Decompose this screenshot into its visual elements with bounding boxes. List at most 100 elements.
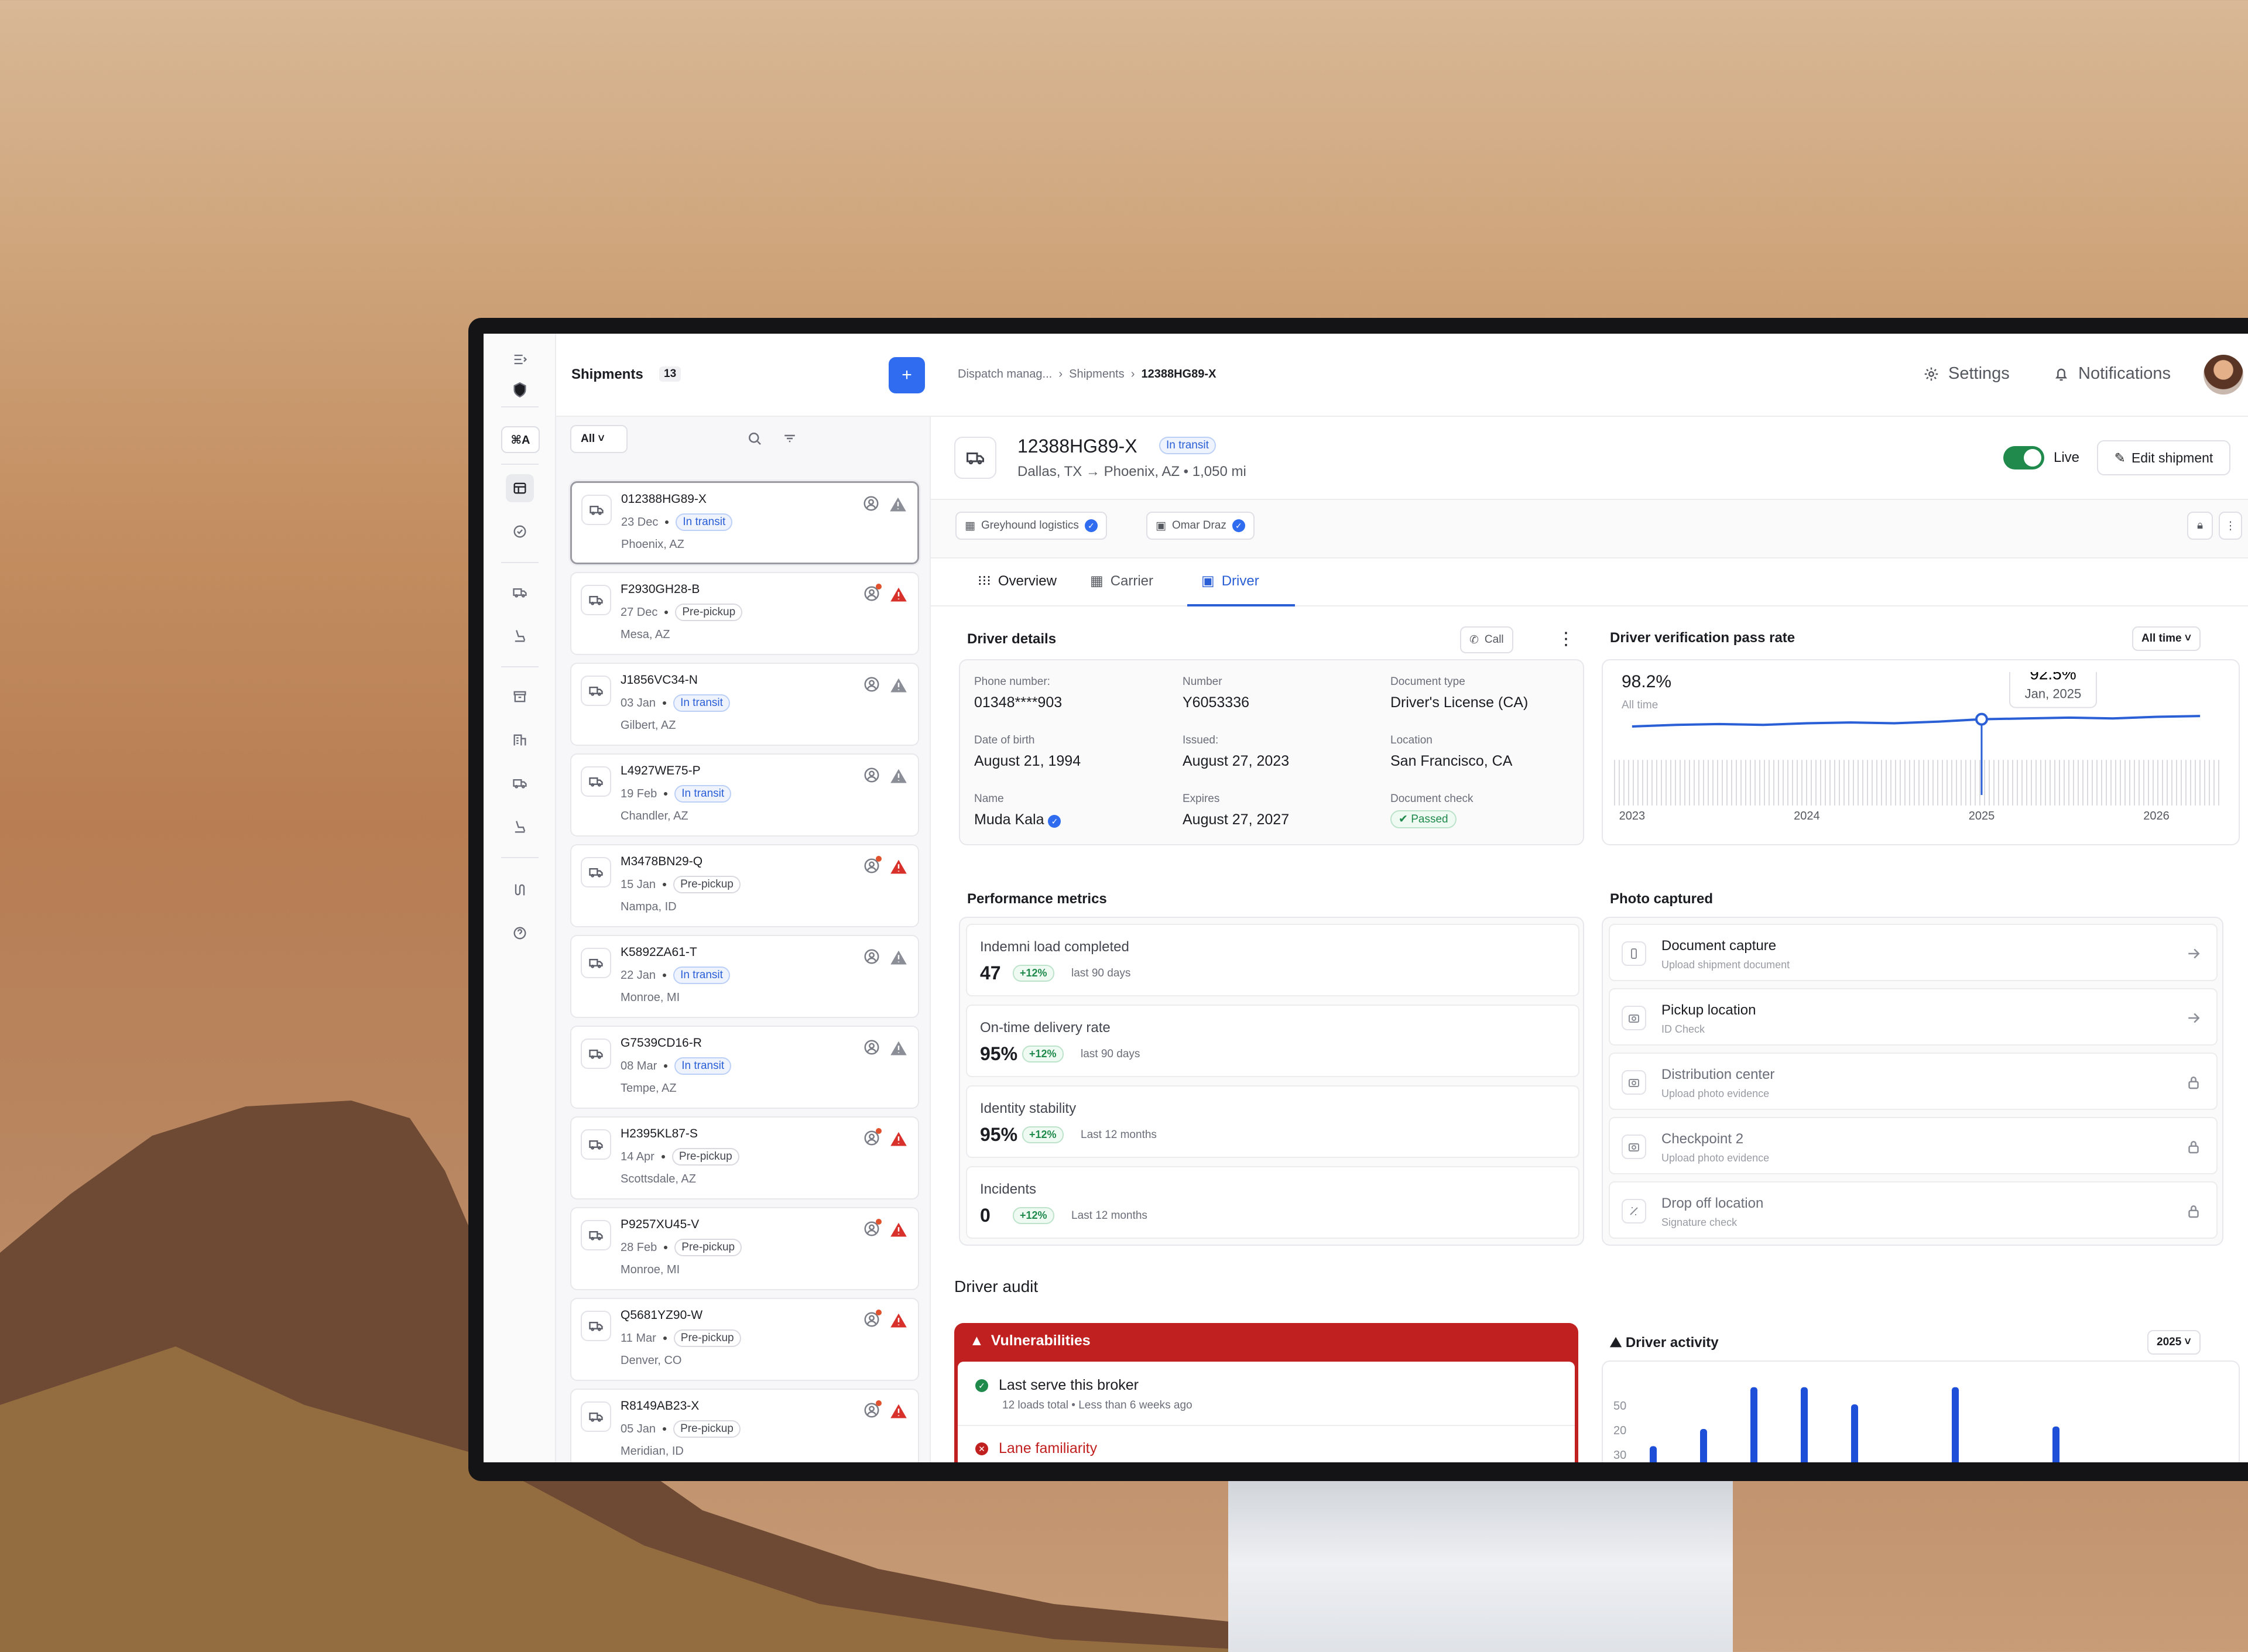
dashboard-icon[interactable] xyxy=(506,474,534,502)
tooltip-value: 92.5% xyxy=(2030,672,2076,683)
user-avatar[interactable] xyxy=(2204,355,2243,395)
verified-icon: ✓ xyxy=(1084,519,1098,532)
shipment-city: Nampa, ID xyxy=(621,900,677,913)
shipment-card[interactable]: H2395KL87-S 14 Apr Pre-pickup Scottsdale, A… xyxy=(570,1116,919,1199)
shipment-card[interactable]: P9257XU45-V 28 Feb Pre-pickup Monroe, MI xyxy=(570,1207,919,1290)
tab-driver[interactable]: ▣ Driver xyxy=(1201,573,1259,589)
live-label: Live xyxy=(2054,450,2080,465)
lock-icon: 🔒︎ xyxy=(2196,519,2204,532)
driver-user-icon[interactable] xyxy=(863,676,880,693)
shipment-card[interactable]: 012388HG89-X 23 Dec In transit Phoenix, AZ xyxy=(570,481,919,564)
truck-icon xyxy=(581,676,611,706)
metric-item: Incidents 0 +12% Last 12 months xyxy=(966,1166,1579,1239)
filter-icon[interactable] xyxy=(781,430,799,447)
camera-icon xyxy=(1622,1070,1646,1095)
active-tab-indicator xyxy=(1187,604,1295,606)
driver-user-icon[interactable] xyxy=(863,1219,882,1238)
photo-step[interactable]: Pickup location ID Check xyxy=(1609,988,2218,1046)
shipment-card[interactable]: L4927WE75-P 19 Feb In transit Chandler, AZ xyxy=(570,753,919,837)
verified-icon: ✓ xyxy=(1048,815,1061,828)
driver-user-icon[interactable] xyxy=(863,584,882,602)
settings-button[interactable]: Settings xyxy=(1923,364,2010,383)
shipment-id: 012388HG89-X xyxy=(621,492,707,506)
driver-user-icon[interactable] xyxy=(863,1310,882,1328)
verified-badge-icon[interactable] xyxy=(506,517,534,546)
tab-carrier[interactable]: ▦ Carrier xyxy=(1090,573,1153,589)
truck-icon[interactable] xyxy=(506,578,534,606)
more-options-button[interactable]: ⋮ xyxy=(2219,512,2242,540)
driver-seat-icon[interactable] xyxy=(506,813,534,841)
hover-point xyxy=(1975,712,1988,726)
driver-more-icon[interactable]: ⋮ xyxy=(1557,629,1575,649)
live-toggle[interactable] xyxy=(2003,446,2044,469)
monitor-stand xyxy=(1228,1475,1733,1652)
metrics-card: Indemni load completed 47 +12% last 90 days… xyxy=(959,917,1584,1246)
mountain-icon: ⛰︎ xyxy=(1610,1335,1622,1351)
delivery-truck-icon[interactable] xyxy=(506,769,534,797)
building-icon[interactable] xyxy=(506,726,534,754)
metric-item: Indemni load completed 47 +12% last 90 days xyxy=(966,924,1579,996)
shipment-id: J1856VC34-N xyxy=(621,673,698,687)
shipment-date: 14 Apr xyxy=(621,1150,654,1163)
shipment-card[interactable]: J1856VC34-N 03 Jan In transit Gilbert, AZ xyxy=(570,663,919,746)
search-icon[interactable] xyxy=(746,430,763,447)
collapse-menu-icon[interactable] xyxy=(506,345,534,373)
seat-icon[interactable] xyxy=(506,622,534,650)
status-badge: In transit xyxy=(676,513,733,531)
check-circle-icon: ✓ xyxy=(975,1379,988,1392)
metric-value: 47 xyxy=(980,962,1001,983)
driver-user-icon[interactable] xyxy=(863,856,882,875)
carrier-chip[interactable]: ▦ Greyhound logistics ✓ xyxy=(955,512,1107,540)
shipment-id: K5892ZA61-T xyxy=(621,945,697,959)
photo-step[interactable]: Document capture Upload shipment document xyxy=(1609,924,2218,981)
x-circle-icon: ✕ xyxy=(975,1442,988,1455)
shipment-route: Dallas, TX → Phoenix, AZ • 1,050 mi xyxy=(1017,464,1246,479)
shipment-city: Mesa, AZ xyxy=(621,628,670,641)
shipment-date: 15 Jan xyxy=(621,878,656,891)
truck-icon xyxy=(581,948,611,978)
shipment-city: Phoenix, AZ xyxy=(621,538,684,551)
notifications-button[interactable]: Notifications xyxy=(2052,364,2171,383)
driver-user-icon[interactable] xyxy=(863,1400,882,1419)
shipment-card[interactable]: K5892ZA61-T 22 Jan In transit Monroe, MI xyxy=(570,935,919,1018)
range-dropdown[interactable]: All time ˅ xyxy=(2132,626,2201,651)
edit-shipment-button[interactable]: ✎ Edit shipment xyxy=(2097,440,2230,475)
call-button[interactable]: ✆ Call xyxy=(1460,626,1513,653)
issued-value: August 27, 2023 xyxy=(1183,753,1290,769)
shipment-date: 23 Dec xyxy=(621,515,659,529)
driver-user-icon[interactable] xyxy=(863,766,880,784)
filter-select[interactable]: All ˅ xyxy=(570,425,628,453)
lock-button[interactable]: 🔒︎ xyxy=(2187,512,2213,540)
shipment-card[interactable]: M3478BN29-Q 15 Jan Pre-pickup Nampa, ID xyxy=(570,844,919,927)
driver-user-icon[interactable] xyxy=(863,948,880,965)
driver-user-icon[interactable] xyxy=(863,1128,882,1147)
shipment-card[interactable]: Q5681YZ90-W 11 Mar Pre-pickup Denver, CO xyxy=(570,1298,919,1381)
driver-user-icon[interactable] xyxy=(862,495,880,512)
photo-step: Drop off location Signature check xyxy=(1609,1181,2218,1239)
year-dropdown[interactable]: 2025 ˅ xyxy=(2147,1330,2201,1355)
add-shipment-button[interactable]: + xyxy=(889,357,925,393)
shipment-card[interactable]: R8149AB23-X 05 Jan Pre-pickup Meridian, ID xyxy=(570,1389,919,1462)
route-icon[interactable] xyxy=(506,876,534,904)
driver-chip[interactable]: ▣ Omar Draz ✓ xyxy=(1146,512,1255,540)
status-badge: Pre-pickup xyxy=(673,876,741,893)
signature-icon xyxy=(1622,1199,1646,1223)
help-icon[interactable] xyxy=(506,919,534,947)
tab-overview[interactable]: ⁝⁝⁝ Overview xyxy=(978,573,1057,589)
status-badge: Pre-pickup xyxy=(675,604,743,621)
shipment-card[interactable]: G7539CD16-R 08 Mar In transit Tempe, AZ xyxy=(570,1026,919,1109)
driver-user-icon[interactable] xyxy=(863,1039,880,1056)
shipment-city: Gilbert, AZ xyxy=(621,719,676,732)
truck-icon xyxy=(581,1401,611,1432)
archive-icon[interactable] xyxy=(506,683,534,711)
command-shortcut-button[interactable]: ⌘A xyxy=(501,426,540,453)
building-icon: ▦ xyxy=(965,519,975,532)
lock-icon xyxy=(2185,1074,2202,1091)
verification-line-chart[interactable]: 2023 2024 2025 2026 92.5% Jan, 2025 xyxy=(1609,672,2223,842)
breadcrumb-shipments[interactable]: Shipments xyxy=(1069,368,1125,381)
activity-bar xyxy=(1700,1429,1707,1462)
warning-icon xyxy=(890,769,907,783)
shipment-card[interactable]: F2930GH28-B 27 Dec Pre-pickup Mesa, AZ xyxy=(570,572,919,655)
breadcrumb-dispatch[interactable]: Dispatch manag... xyxy=(958,368,1052,381)
warning-icon: ▲ xyxy=(969,1332,984,1349)
